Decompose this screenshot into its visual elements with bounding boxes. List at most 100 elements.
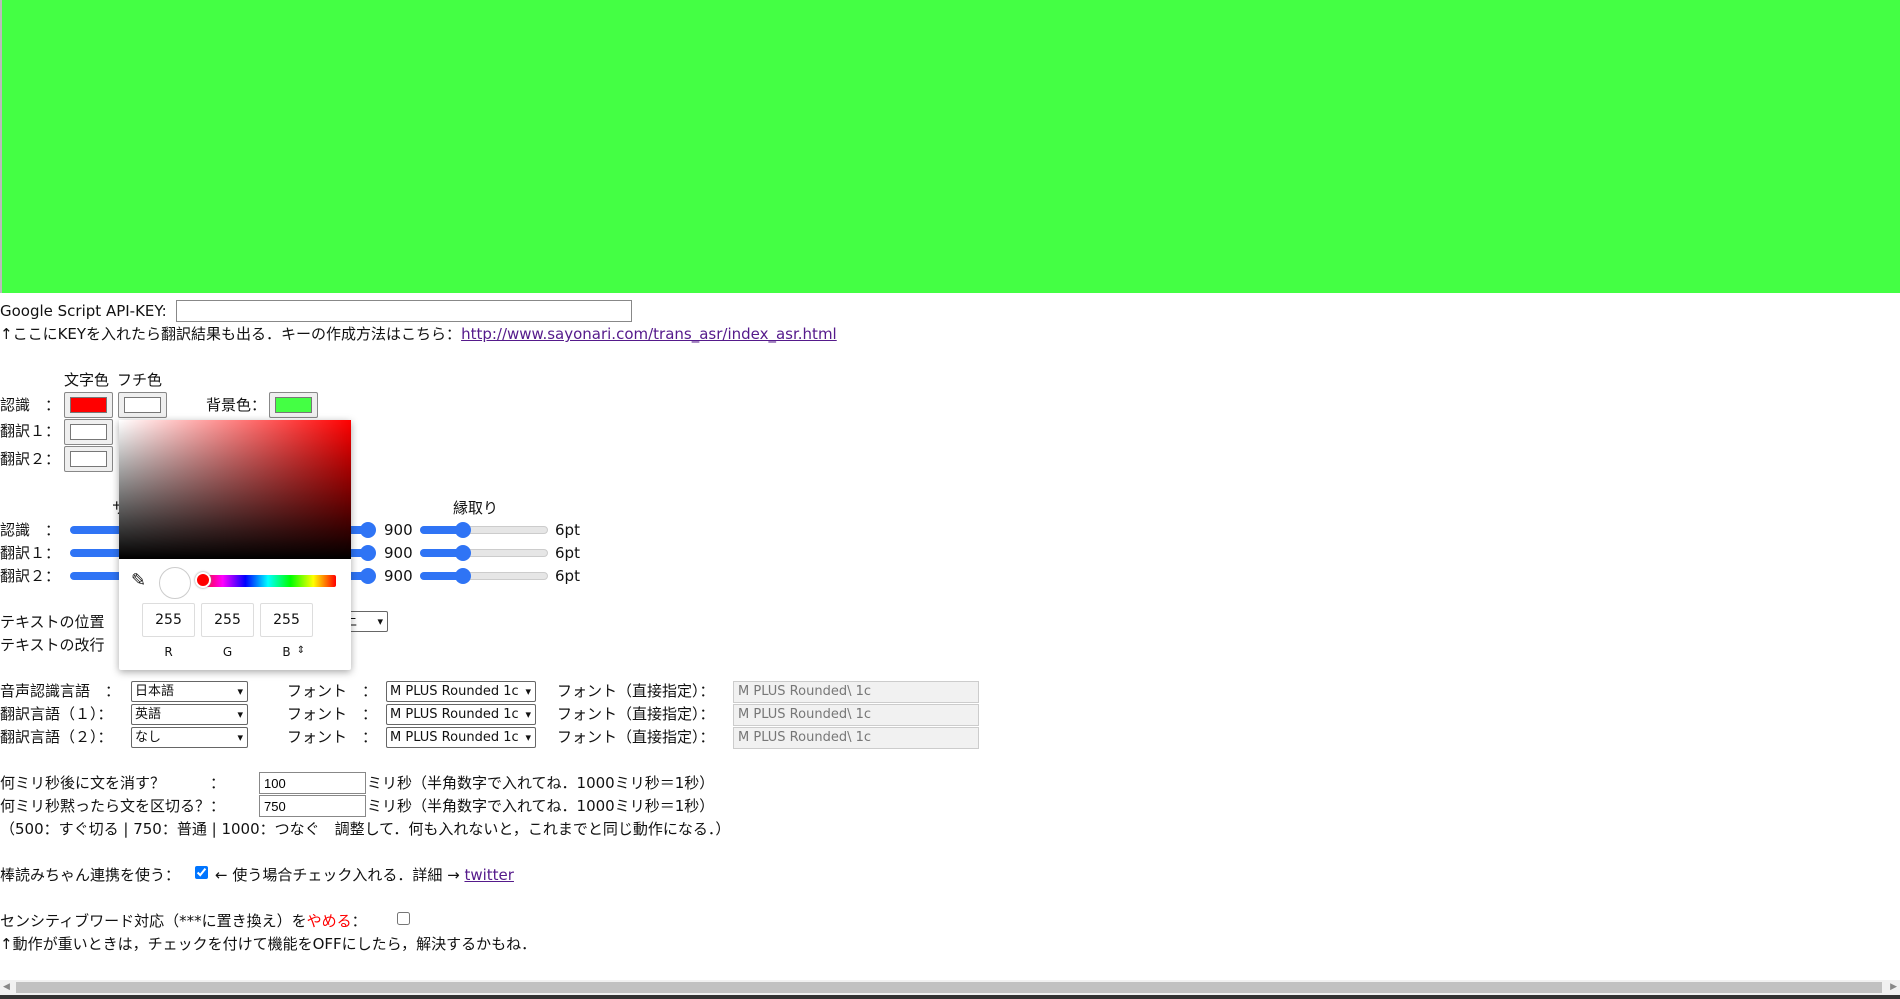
chevron-down-icon: ▾ <box>377 615 383 628</box>
hue-thumb[interactable] <box>195 572 211 588</box>
font-select[interactable]: M PLUS Rounded 1c ▾ <box>386 727 536 748</box>
language-value: 日本語 <box>135 684 175 699</box>
direct-font-input[interactable]: M PLUS Rounded\ 1c <box>733 727 979 749</box>
font-label: フォント ： <box>287 728 378 746</box>
text-position-label: テキストの位置 <box>0 613 105 631</box>
slider-row-label: 認識 ： <box>0 521 61 539</box>
sensitive-note: ↑動作が重いときは，チェックを付けて機能をOFFにしたら，解決するかもね． <box>0 935 537 953</box>
split-unit-note: ミリ秒（半角数字で入れてね．1000ミリ秒＝1秒） <box>367 797 715 815</box>
chevron-down-icon: ▾ <box>525 685 531 698</box>
caption-display-area <box>0 0 1900 293</box>
text-color-header: 文字色 <box>64 371 110 389</box>
bouyomi-checkbox[interactable] <box>195 866 208 879</box>
font-value: M PLUS Rounded 1c <box>390 730 519 745</box>
direct-font-label: フォント（直接指定）： <box>557 705 715 723</box>
erase-unit-note: ミリ秒（半角数字で入れてね．1000ミリ秒＝1秒） <box>367 774 715 792</box>
font-label: フォント ： <box>287 705 378 723</box>
bg-color-swatch[interactable] <box>269 392 318 418</box>
weight-slider-thumb[interactable] <box>360 522 376 538</box>
color-picker-popup: ✎ 255 255 255 R G B ⇕ <box>119 420 351 670</box>
chevron-down-icon: ▾ <box>237 685 243 698</box>
format-toggle-icon[interactable]: ⇕ <box>291 645 311 656</box>
hue-slider[interactable] <box>200 575 336 587</box>
chevron-down-icon: ▾ <box>525 731 531 744</box>
chevron-down-icon: ▾ <box>237 708 243 721</box>
bg-color-label: 背景色： <box>206 396 267 414</box>
blue-input[interactable]: 255 <box>260 603 313 637</box>
api-note-text: ↑ここにKEYを入れたら翻訳結果も出る．キーの作成方法はこちら： <box>0 325 462 343</box>
slider-row-label: 翻訳２： <box>0 567 61 585</box>
api-key-note: ↑ここにKEYを入れたら翻訳結果も出る．キーの作成方法はこちら：http://w… <box>0 324 837 344</box>
saturation-value-area[interactable] <box>119 420 351 559</box>
language-value: 英語 <box>135 707 162 722</box>
language-label: 翻訳言語（２）： <box>0 728 113 746</box>
twitter-link[interactable]: twitter <box>464 866 513 884</box>
edge-value: 6pt <box>555 521 580 539</box>
font-select[interactable]: M PLUS Rounded 1c ▾ <box>386 681 536 702</box>
color-row-label: 認識 ： <box>0 396 61 414</box>
green-label: G <box>222 645 233 659</box>
recognition-edge-color[interactable] <box>118 392 167 418</box>
edge-slider-thumb[interactable] <box>455 545 471 561</box>
split-label: 何ミリ秒黙ったら文を区切る？： <box>0 797 226 815</box>
edge-slider-thumb[interactable] <box>455 568 471 584</box>
horizontal-scrollbar[interactable]: ◀ ▶ <box>0 980 1900 995</box>
eyedropper-icon[interactable]: ✎ <box>131 570 146 591</box>
api-key-label: Google Script API-KEY: <box>0 302 167 320</box>
sensitive-colon: ： <box>351 912 367 930</box>
color-preview <box>159 567 191 599</box>
language-select[interactable]: なし ▾ <box>131 727 248 748</box>
red-input[interactable]: 255 <box>142 603 195 637</box>
edge-header: 縁取り <box>453 499 499 517</box>
split-ms-input[interactable] <box>259 795 366 817</box>
translation1-text-color[interactable] <box>64 419 113 445</box>
sensitive-checkbox[interactable] <box>397 912 410 925</box>
sensitive-label: センシティブワード対応（***に置き換え）をやめる： <box>0 911 367 931</box>
green-input[interactable]: 255 <box>201 603 254 637</box>
chevron-down-icon: ▾ <box>525 708 531 721</box>
language-label: 音声認識言語 ： <box>0 682 121 700</box>
color-row-label: 翻訳１： <box>0 422 61 440</box>
font-value: M PLUS Rounded 1c <box>390 684 519 699</box>
scroll-left-icon[interactable]: ◀ <box>3 980 10 995</box>
edge-slider-thumb[interactable] <box>455 522 471 538</box>
direct-font-input[interactable]: M PLUS Rounded\ 1c <box>733 681 979 703</box>
scroll-right-icon[interactable]: ▶ <box>1890 980 1897 995</box>
language-value: なし <box>135 730 162 745</box>
text-newline-label: テキストの改行 <box>0 636 105 654</box>
font-select[interactable]: M PLUS Rounded 1c ▾ <box>386 704 536 725</box>
language-select[interactable]: 英語 ▾ <box>131 704 248 725</box>
weight-slider-thumb[interactable] <box>360 545 376 561</box>
bouyomi-label: 棒読みちゃん連携を使う： <box>0 866 181 884</box>
recognition-text-color[interactable] <box>64 392 113 418</box>
edge-value: 6pt <box>555 544 580 562</box>
font-value: M PLUS Rounded 1c <box>390 707 519 722</box>
timing-hint: （500：すぐ切る | 750：普通 | 1000：つなぐ 調整して．何も入れな… <box>0 820 731 838</box>
weight-value: 900 <box>384 521 413 539</box>
language-select[interactable]: 日本語 ▾ <box>131 681 248 702</box>
language-label: 翻訳言語（１）： <box>0 705 113 723</box>
red-label: R <box>164 645 173 659</box>
weight-value: 900 <box>384 567 413 585</box>
direct-font-label: フォント（直接指定）： <box>557 728 715 746</box>
howto-link[interactable]: http://www.sayonari.com/trans_asr/index_… <box>461 325 837 343</box>
direct-font-label: フォント（直接指定）： <box>557 682 715 700</box>
sensitive-label-text: センシティブワード対応（***に置き換え）を <box>0 912 307 930</box>
sensitive-stop-text: やめる <box>306 912 352 930</box>
slider-row-label: 翻訳１： <box>0 544 61 562</box>
translation2-text-color[interactable] <box>64 446 113 472</box>
bouyomi-note: ← 使う場合チェック入れる．詳細 → twitter <box>215 865 514 885</box>
weight-slider-thumb[interactable] <box>360 568 376 584</box>
api-key-input[interactable] <box>176 300 632 322</box>
font-label: フォント ： <box>287 682 378 700</box>
erase-ms-input[interactable] <box>259 772 366 794</box>
weight-value: 900 <box>384 544 413 562</box>
color-row-label: 翻訳２： <box>0 450 61 468</box>
edge-color-header: フチ色 <box>117 371 163 389</box>
scrollbar-thumb[interactable] <box>16 982 1882 993</box>
erase-label: 何ミリ秒後に文を消す？ ： <box>0 774 226 792</box>
direct-font-input[interactable]: M PLUS Rounded\ 1c <box>733 704 979 726</box>
chevron-down-icon: ▾ <box>237 731 243 744</box>
edge-value: 6pt <box>555 567 580 585</box>
taskbar-edge <box>0 995 1900 999</box>
